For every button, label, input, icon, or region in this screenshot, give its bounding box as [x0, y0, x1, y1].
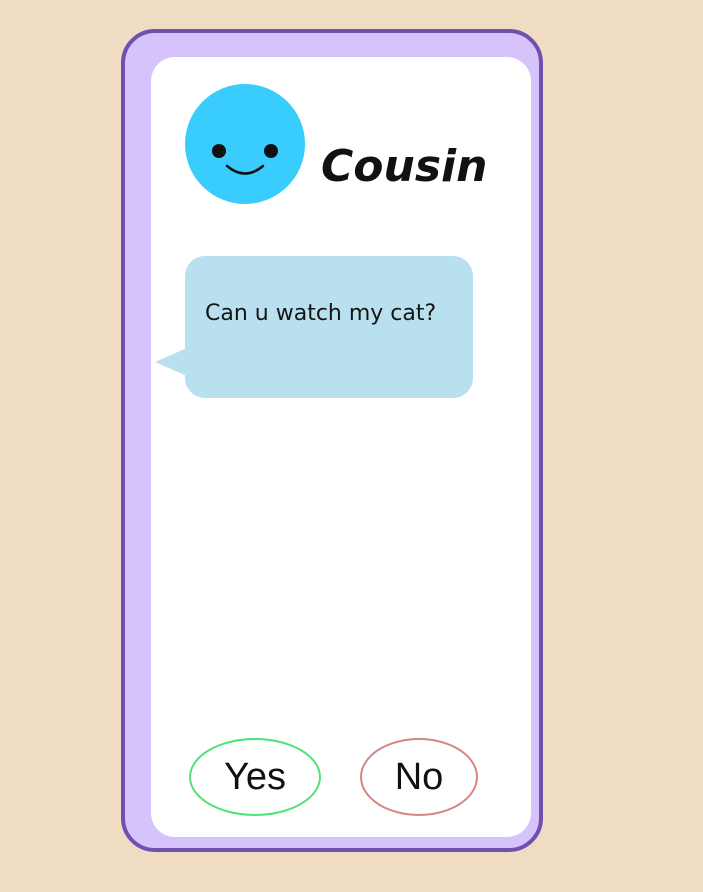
message-bubble-tail — [155, 348, 187, 376]
no-button[interactable]: No — [360, 738, 478, 816]
smiley-face-icon — [185, 84, 305, 204]
message-bubble: Can u watch my cat? — [155, 256, 473, 398]
yes-button[interactable]: Yes — [189, 738, 321, 816]
contact-name: Cousin — [321, 141, 488, 192]
message-text: Can u watch my cat? — [205, 301, 437, 326]
phone-frame: Cousin Can u watch my cat? Yes No — [121, 29, 543, 852]
phone-screen: Cousin Can u watch my cat? Yes No — [151, 57, 531, 837]
